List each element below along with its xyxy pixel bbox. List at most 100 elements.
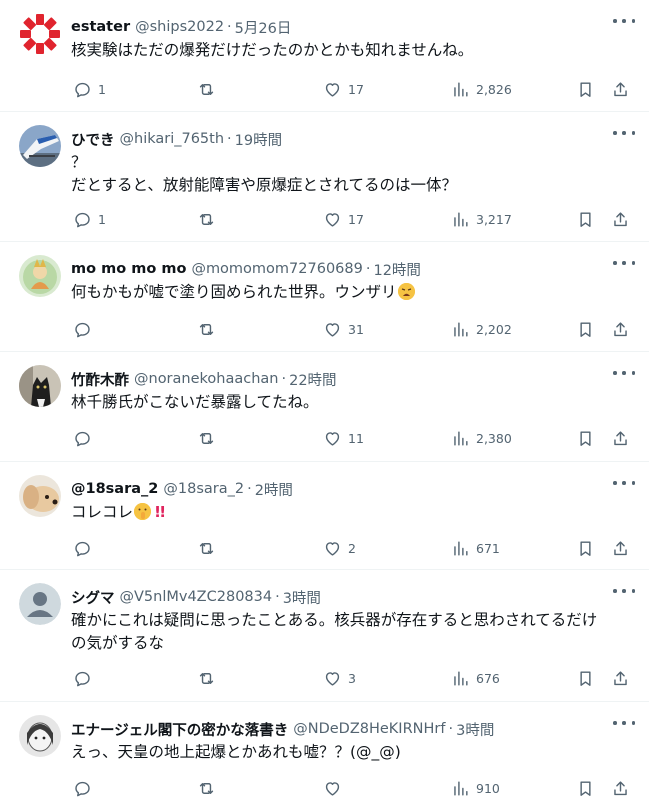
like-icon xyxy=(325,82,340,97)
like-button[interactable]: 2 xyxy=(323,537,356,559)
bookmark-button[interactable] xyxy=(576,537,595,559)
display-name[interactable]: @18sara_2 xyxy=(71,481,158,497)
share-button[interactable] xyxy=(611,318,630,340)
reply-button[interactable] xyxy=(73,537,98,559)
like-button[interactable]: 31 xyxy=(323,318,364,340)
like-button[interactable]: 11 xyxy=(323,427,364,449)
share-button[interactable] xyxy=(611,78,630,100)
display-name[interactable]: エナージェル閣下の密かな落書き xyxy=(71,719,288,740)
bookmark-button[interactable] xyxy=(576,78,595,100)
retweet-button[interactable] xyxy=(197,667,222,689)
timestamp[interactable]: 12時間 xyxy=(373,259,420,280)
user-handle[interactable]: @18sara_2 xyxy=(163,481,244,497)
share-icon xyxy=(614,430,627,445)
more-icon[interactable] xyxy=(613,126,635,140)
display-name[interactable]: シグマ xyxy=(71,587,115,608)
timestamp[interactable]: 3時間 xyxy=(456,719,494,740)
tweet[interactable]: エナージェル閣下の密かな落書き @NDeDZ8HeKIRNHrf · 3時間 え… xyxy=(0,702,649,800)
bookmark-button[interactable] xyxy=(576,427,595,449)
views-icon xyxy=(454,430,468,446)
retweet-button[interactable] xyxy=(197,777,222,799)
like-button[interactable]: 17 xyxy=(323,78,364,100)
reply-icon xyxy=(75,82,90,97)
display-name[interactable]: mo mo mo mo xyxy=(71,261,186,277)
views-button[interactable]: 3,217 xyxy=(451,208,512,230)
avatar[interactable] xyxy=(19,13,61,55)
user-handle[interactable]: @noranekohaachan xyxy=(134,371,278,387)
user-handle[interactable]: @NDeDZ8HeKIRNHrf xyxy=(293,721,445,737)
avatar[interactable] xyxy=(19,365,61,407)
reply-icon xyxy=(75,671,90,686)
tweet[interactable]: @18sara_2 @18sara_2 · 2時間 コレコレ!! 2 671 xyxy=(0,462,649,570)
like-button[interactable]: 17 xyxy=(323,208,364,230)
more-icon[interactable] xyxy=(613,14,635,28)
views-button[interactable]: 2,202 xyxy=(451,318,512,340)
more-icon[interactable] xyxy=(613,256,635,270)
user-handle[interactable]: @momomom72760689 xyxy=(191,261,362,277)
more-icon[interactable] xyxy=(613,716,635,730)
views-button[interactable]: 671 xyxy=(451,537,500,559)
tweet[interactable]: ひでき @hikari_765th · 19時間 ？ だとすると、放射能障害や原… xyxy=(0,112,649,242)
tweet[interactable]: シグマ @V5nlMv4ZC280834 · 3時間 確かにこれは疑問に思ったこ… xyxy=(0,570,649,702)
tweet[interactable]: estater @ships2022 · 5月26日 核実験はただの爆発だけだっ… xyxy=(0,0,649,112)
reply-button[interactable] xyxy=(73,427,98,449)
user-handle[interactable]: @ships2022 xyxy=(135,19,224,35)
display-name[interactable]: 竹酢木酢 xyxy=(71,369,129,390)
like-count: 3 xyxy=(348,670,356,686)
action-bar: 910 xyxy=(71,777,633,799)
like-icon xyxy=(325,541,340,556)
like-button[interactable] xyxy=(323,777,348,799)
reply-button[interactable] xyxy=(73,777,98,799)
retweet-button[interactable] xyxy=(197,427,222,449)
display-name[interactable]: ひでき xyxy=(71,129,115,150)
more-icon[interactable] xyxy=(613,366,635,380)
avatar[interactable] xyxy=(19,255,61,297)
avatar[interactable] xyxy=(19,475,61,517)
retweet-button[interactable] xyxy=(197,537,222,559)
more-icon[interactable] xyxy=(613,584,635,598)
reply-button[interactable] xyxy=(73,667,98,689)
views-button[interactable]: 676 xyxy=(451,667,500,689)
display-name[interactable]: estater xyxy=(71,19,130,35)
retweet-button[interactable] xyxy=(197,208,222,230)
avatar[interactable] xyxy=(19,125,61,167)
action-bar: 1 17 2,826 xyxy=(71,78,633,100)
bookmark-icon xyxy=(580,780,591,796)
avatar[interactable] xyxy=(19,715,61,757)
tweet[interactable]: 竹酢木酢 @noranekohaachan · 22時間 林千勝氏がこないだ暴露… xyxy=(0,352,649,462)
timestamp[interactable]: 2時間 xyxy=(255,479,293,500)
like-count: 17 xyxy=(348,81,364,97)
retweet-button[interactable] xyxy=(197,78,222,100)
timestamp[interactable]: 5月26日 xyxy=(235,17,292,38)
like-button[interactable]: 3 xyxy=(323,667,356,689)
share-button[interactable] xyxy=(611,667,630,689)
timestamp[interactable]: 3時間 xyxy=(283,587,321,608)
reply-button[interactable]: 1 xyxy=(73,208,106,230)
share-button[interactable] xyxy=(611,537,630,559)
bookmark-button[interactable] xyxy=(576,318,595,340)
timestamp[interactable]: 19時間 xyxy=(235,129,282,150)
retweet-icon xyxy=(199,83,214,95)
share-button[interactable] xyxy=(611,427,630,449)
bookmark-button[interactable] xyxy=(576,208,595,230)
reply-button[interactable]: 1 xyxy=(73,78,106,100)
views-button[interactable]: 910 xyxy=(451,777,500,799)
share-button[interactable] xyxy=(611,208,630,230)
tweet[interactable]: mo mo mo mo @momomom72760689 · 12時間 何もかも… xyxy=(0,242,649,352)
timestamp[interactable]: 22時間 xyxy=(289,369,336,390)
user-handle[interactable]: @hikari_765th xyxy=(120,131,225,147)
action-bar: 3 676 xyxy=(71,667,633,689)
avatar[interactable] xyxy=(19,583,61,625)
retweet-icon xyxy=(199,213,214,225)
views-button[interactable]: 2,826 xyxy=(451,78,512,100)
views-icon xyxy=(454,670,468,686)
views-button[interactable]: 2,380 xyxy=(451,427,512,449)
more-icon[interactable] xyxy=(613,476,635,490)
user-handle[interactable]: @V5nlMv4ZC280834 xyxy=(120,589,273,605)
tweet-text: 核実験はただの爆発だけだったのかとかも知れませんね。 xyxy=(71,41,474,59)
bookmark-button[interactable] xyxy=(576,667,595,689)
bookmark-button[interactable] xyxy=(576,777,595,799)
retweet-button[interactable] xyxy=(197,318,222,340)
share-button[interactable] xyxy=(611,777,630,799)
reply-button[interactable] xyxy=(73,318,98,340)
